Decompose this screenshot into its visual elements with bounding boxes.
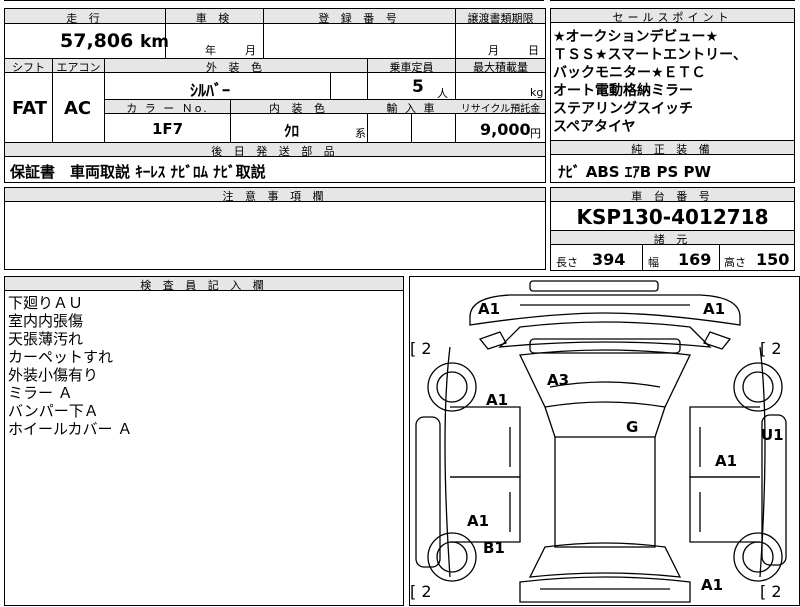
damage-mark-left-rear: B1	[483, 539, 505, 557]
max-load-label: 最大積載量	[473, 61, 528, 74]
inspector-note: 室内内張傷	[8, 312, 84, 330]
recycle-label: リサイクル預託金	[460, 104, 541, 115]
interior-color-value: ｸﾛ	[284, 122, 300, 140]
inspector-note: 天張薄汚れ	[8, 330, 84, 348]
tire-mark-top-left: [ 2	[410, 339, 432, 358]
inspection-month: 月	[245, 44, 256, 57]
transfer-day: 日	[528, 44, 539, 57]
sales-line: ＴＳＳ★スマートエントリー、	[553, 47, 747, 63]
shift-label: シフト	[12, 61, 45, 74]
recycle-unit: 円	[530, 127, 541, 140]
capacity-value: 5	[412, 77, 424, 97]
sales-point-label: セールスポイント	[551, 9, 794, 24]
registration-label: 登 録 番 号	[318, 12, 401, 25]
damage-mark-rear-right: A1	[701, 576, 724, 594]
height-value: 150	[756, 250, 790, 269]
tire-mark-bottom-left: [ 2	[410, 582, 432, 601]
damage-mark-right-edge: U1	[761, 426, 784, 444]
equipment-value: ﾅﾋﾞ ABS ｴｱB PS PW	[558, 163, 712, 181]
inspection-label: 車 検	[195, 12, 234, 25]
car-outline-diagram	[415, 280, 787, 603]
inspector-label: 検 査 員 記 入 欄	[5, 277, 403, 292]
color-no-value: 1F7	[152, 120, 184, 138]
shift-value: FAT	[12, 98, 48, 119]
mileage-label: 走 行	[66, 12, 104, 25]
transfer-deadline-label: 譲渡書類期限	[467, 12, 534, 25]
width-value: 169	[678, 250, 712, 269]
aircon-label: エアコン	[56, 61, 101, 74]
sales-point-lines: ★オークションデビュー★ ＴＳＳ★スマートエントリー、 バックモニター★ＥＴＣ …	[553, 28, 747, 136]
interior-color-unit: 系	[355, 127, 366, 140]
exterior-color-label: 外 装 色	[206, 61, 266, 74]
tire-mark-bottom-right: [ 2	[760, 582, 782, 601]
specs-label: 諸 元	[551, 231, 794, 246]
sales-line: オート電動格納ミラー	[553, 83, 693, 99]
height-label: 高さ	[724, 256, 746, 269]
car-diagram-box	[409, 276, 800, 606]
damage-mark-left-front-door: A1	[486, 391, 509, 409]
equipment-label: 純 正 装 備	[551, 141, 794, 156]
transfer-month: 月	[488, 44, 499, 57]
length-label: 長さ	[556, 256, 578, 269]
caution-label: 注 意 事 項 欄	[5, 188, 545, 203]
parts-label: 後 日 発 送 部 品	[5, 143, 545, 158]
inspector-note: バンパー下Ａ	[8, 402, 99, 420]
inspector-note: 下廻りＡＵ	[8, 294, 84, 312]
damage-mark-right-front-door: A1	[715, 452, 738, 470]
chassis-label: 車 台 番 号	[551, 188, 794, 203]
sales-line: スペアタイヤ	[553, 119, 636, 135]
inspector-note: ホイールカバー Ａ	[8, 420, 133, 438]
width-label: 幅	[648, 256, 659, 269]
sales-line: ★オークションデビュー★	[553, 29, 719, 45]
inspector-note: カーペットすれ	[8, 348, 114, 366]
parts-value: 保証書 車両取説 ｷｰﾚｽ ﾅﾋﾞﾛﾑ ﾅﾋﾞ取説	[10, 163, 266, 181]
mileage-value: 57,806 km	[60, 30, 169, 52]
damage-mark-left-rear-door: A1	[467, 512, 490, 530]
recycle-value: 9,000	[480, 120, 531, 139]
mileage-number: 57,806	[60, 30, 134, 52]
mileage-unit: km	[139, 32, 169, 52]
inspector-note: ミラー Ａ	[8, 384, 73, 402]
capacity-label: 乗車定員	[389, 61, 434, 74]
tire-mark-top-right: [ 2	[760, 339, 782, 358]
exterior-color-value: ｼﾙﾊﾞｰ	[190, 81, 231, 100]
length-value: 394	[592, 250, 626, 269]
damage-mark-front-right: A1	[703, 300, 726, 318]
interior-color-label: 内 装 色	[269, 102, 329, 115]
max-load-unit: kg	[530, 86, 544, 99]
inspector-note: 外装小傷有り	[8, 366, 99, 384]
inspection-year: 年	[205, 44, 216, 57]
chassis-number: KSP130-4012718	[576, 205, 769, 229]
damage-mark-roof: A3	[547, 371, 570, 389]
damage-mark-front-left: A1	[478, 300, 501, 318]
vehicle-info-grid	[4, 8, 546, 143]
aircon-value: AC	[64, 98, 92, 119]
sales-line: ステアリングスイッチ	[553, 101, 693, 117]
sales-line: バックモニター★ＥＴＣ	[553, 65, 706, 81]
color-no-label: カ ラ ー Ｎo.	[126, 102, 209, 115]
damage-mark-windshield: G	[626, 418, 639, 436]
import-label: 輸 入 車	[386, 102, 437, 115]
